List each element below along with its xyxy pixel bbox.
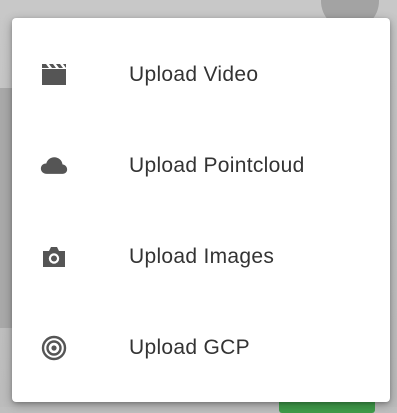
background-panel (0, 88, 12, 328)
menu-item-upload-images[interactable]: Upload Images (12, 211, 390, 302)
menu-item-upload-pointcloud[interactable]: Upload Pointcloud (12, 120, 390, 211)
menu-item-label: Upload GCP (129, 335, 250, 359)
menu-item-label: Upload Video (129, 62, 259, 86)
camera-icon (40, 243, 68, 271)
target-icon (40, 334, 68, 362)
menu-item-upload-video[interactable]: Upload Video (12, 29, 390, 120)
menu-item-upload-gcp[interactable]: Upload GCP (12, 302, 390, 393)
cloud-icon (40, 152, 68, 180)
menu-item-label: Upload Images (129, 244, 275, 268)
video-clapperboard-icon (40, 61, 68, 89)
menu-item-label: Upload Pointcloud (129, 153, 305, 177)
upload-menu: Upload Video Upload Pointcloud Upload Im… (12, 18, 390, 402)
